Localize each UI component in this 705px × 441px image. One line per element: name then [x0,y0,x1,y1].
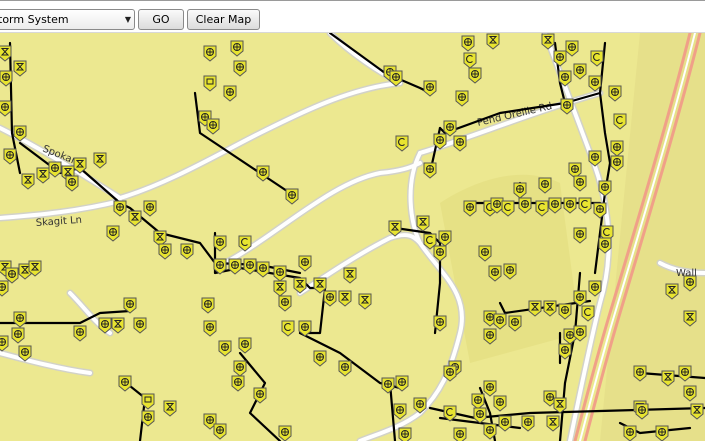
toolbar: torm System ▼ GO Clear Map [0,0,705,33]
map-canvas[interactable]: Spokane Skagit Ln Pend Oreille Rd Wall [0,33,705,441]
dropdown-arrow-icon: ▼ [124,15,131,24]
go-button[interactable]: GO [138,9,184,30]
top-border [0,0,705,1]
manhole-icon[interactable] [453,427,467,441]
clear-map-button[interactable]: Clear Map [187,9,260,30]
map-view[interactable]: Spokane Skagit Ln Pend Oreille Rd Wall [0,33,705,441]
layer-select[interactable]: torm System ▼ [0,9,135,30]
manhole-icon[interactable] [398,427,412,441]
layer-select-value: torm System [0,13,69,26]
